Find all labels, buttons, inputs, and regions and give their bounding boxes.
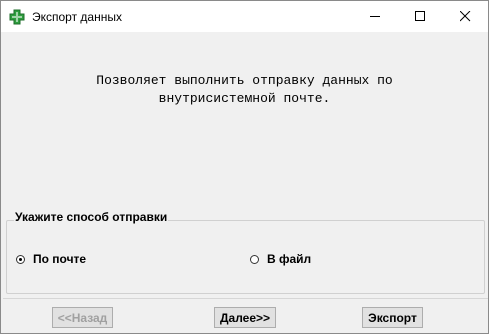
export-button[interactable]: Экспорт — [362, 307, 423, 328]
dialog-body: Позволяет выполнить отправку данных по в… — [2, 32, 488, 333]
window-title: Экспорт данных — [32, 10, 122, 24]
next-button[interactable]: Далее>> — [214, 307, 276, 328]
radio-to-file[interactable]: В файл — [250, 252, 311, 266]
maximize-icon — [415, 11, 425, 21]
maximize-button[interactable] — [398, 1, 443, 32]
back-button[interactable]: <<Назад — [52, 307, 113, 328]
radio-checked-icon[interactable] — [16, 254, 25, 264]
green-cross-icon — [9, 9, 25, 25]
radio-to-file-label: В файл — [267, 252, 312, 266]
export-dialog: Экспорт данных Позволяет выполнить отпра… — [0, 0, 489, 334]
radio-unchecked-icon[interactable] — [250, 254, 259, 264]
minimize-icon — [370, 16, 380, 17]
separator — [3, 298, 488, 299]
minimize-button[interactable] — [353, 1, 398, 32]
description-text: Позволяет выполнить отправку данных по в… — [96, 73, 393, 106]
radio-by-mail-label: По почте — [33, 252, 87, 266]
close-icon — [460, 11, 471, 22]
send-method-legend: Укажите способ отправки — [14, 210, 169, 224]
radio-by-mail[interactable]: По почте — [16, 252, 86, 266]
title-bar[interactable]: Экспорт данных — [1, 1, 488, 32]
close-button[interactable] — [443, 1, 488, 32]
